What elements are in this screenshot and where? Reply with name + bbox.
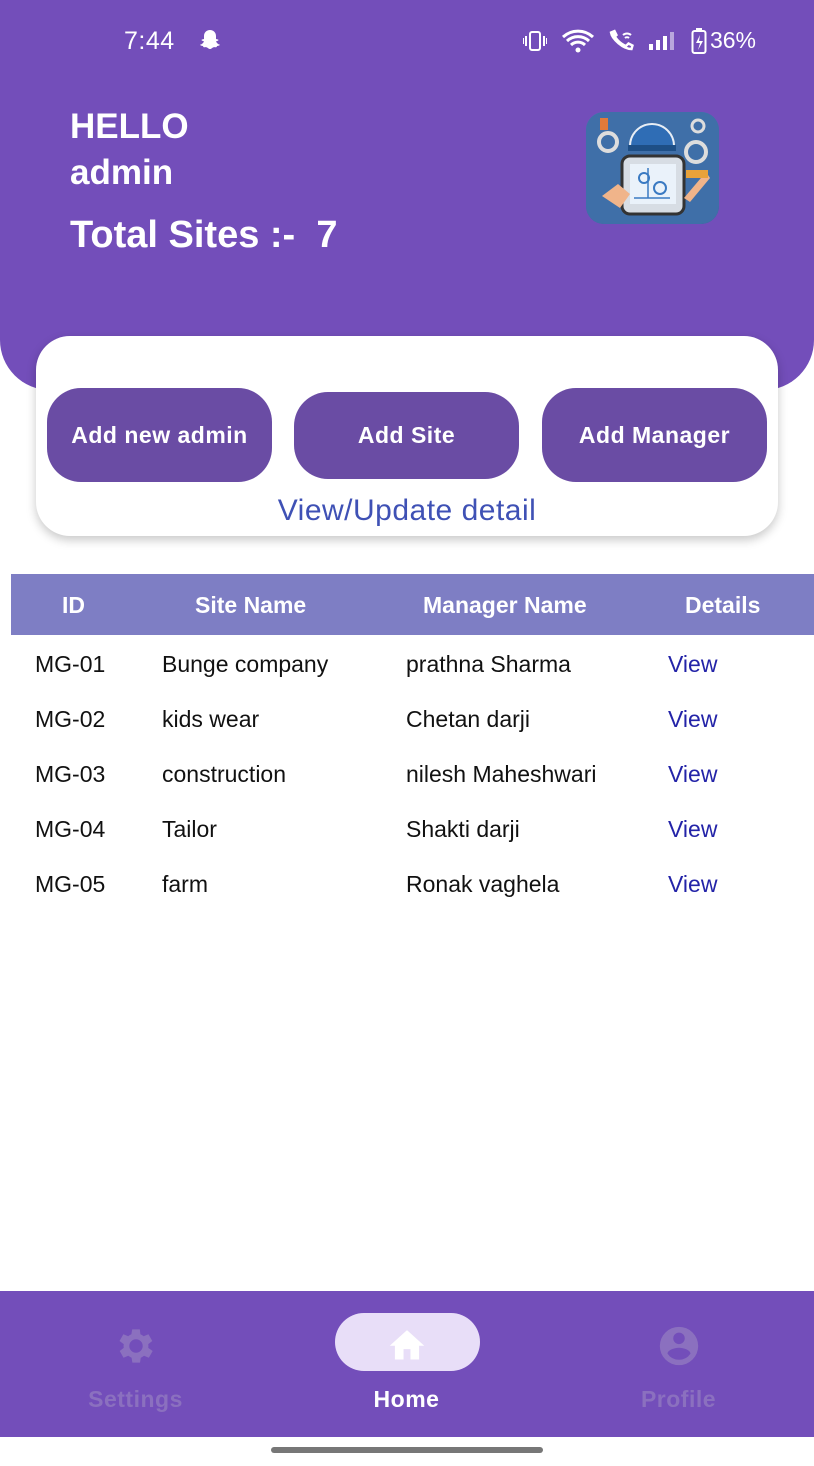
table-header: ID Site Name Manager Name Details [11,574,814,635]
greeting-block: HELLO admin [70,104,189,196]
table-row: MG-03 construction nilesh Maheshwari Vie… [0,745,814,800]
status-time: 7:44 [124,27,175,55]
row-id: MG-03 [35,761,106,787]
battery-charging-icon [691,27,707,54]
vibrate-icon [522,30,547,51]
row-id: MG-02 [35,706,106,732]
nav-item-settings[interactable]: Settings [0,1291,271,1437]
row-id: MG-01 [35,651,106,677]
row-site-name: construction [162,761,287,787]
table-row: MG-01 Bunge company prathna Sharma View [0,635,814,690]
row-manager-name: Shakti darji [406,816,520,842]
column-header-manager-name: Manager Name [423,592,587,618]
wifi-icon [561,29,594,52]
gesture-area [0,1437,814,1466]
signal-icon [648,31,674,50]
add-manager-button[interactable]: Add Manager [542,388,767,482]
column-header-id: ID [62,592,85,618]
row-manager-name: nilesh Maheshwari [406,761,597,787]
row-view-link[interactable]: View [668,871,717,898]
gear-icon [113,1323,159,1374]
view-update-detail-link[interactable]: View/Update detail [36,494,778,528]
row-id: MG-05 [35,871,106,897]
nav-label-settings: Settings [88,1386,183,1412]
add-new-admin-button[interactable]: Add new admin [47,388,272,482]
total-sites-text: Total Sites :- 7 [70,214,338,256]
row-site-name: kids wear [162,706,260,732]
account-circle-icon [656,1323,702,1374]
table-row: MG-05 farm Ronak vaghela View [0,855,814,910]
row-site-name: farm [162,871,208,897]
row-id: MG-04 [35,816,106,842]
row-view-link[interactable]: View [668,761,717,788]
column-header-site-name: Site Name [195,592,307,618]
snapchat-ghost-icon [198,28,222,57]
greeting-text: HELLO [70,107,189,146]
row-manager-name: prathna Sharma [406,651,571,677]
table-row: MG-02 kids wear Chetan darji View [0,690,814,745]
battery-percent: 36% [709,27,756,53]
sites-table-body: MG-01 Bunge company prathna Sharma View … [0,635,814,910]
username-text: admin [70,153,174,192]
add-site-button[interactable]: Add Site [294,392,519,479]
bottom-navigation: Settings Home Profile [0,1291,814,1437]
status-icons: 36% [522,27,756,54]
engineer-blueprint-logo [586,112,719,224]
column-header-details: Details [685,592,761,618]
row-manager-name: Ronak vaghela [406,871,560,897]
home-icon [386,1325,428,1368]
row-view-link[interactable]: View [668,651,717,678]
nav-label-home: Home [373,1386,440,1412]
status-bar: 7:44 36% [0,0,814,80]
row-site-name: Bunge company [162,651,329,677]
nav-item-profile[interactable]: Profile [543,1291,814,1437]
gesture-handle[interactable] [271,1447,543,1453]
row-view-link[interactable]: View [668,706,717,733]
action-card: Add new admin Add Site Add Manager View/… [36,336,778,536]
row-manager-name: Chetan darji [406,706,531,732]
row-view-link[interactable]: View [668,816,717,843]
table-row: MG-04 Tailor Shakti darji View [0,800,814,855]
nav-label-profile: Profile [640,1386,717,1412]
row-site-name: Tailor [162,816,217,842]
wifi-calling-icon [609,28,634,50]
nav-item-home[interactable]: Home [271,1291,542,1437]
